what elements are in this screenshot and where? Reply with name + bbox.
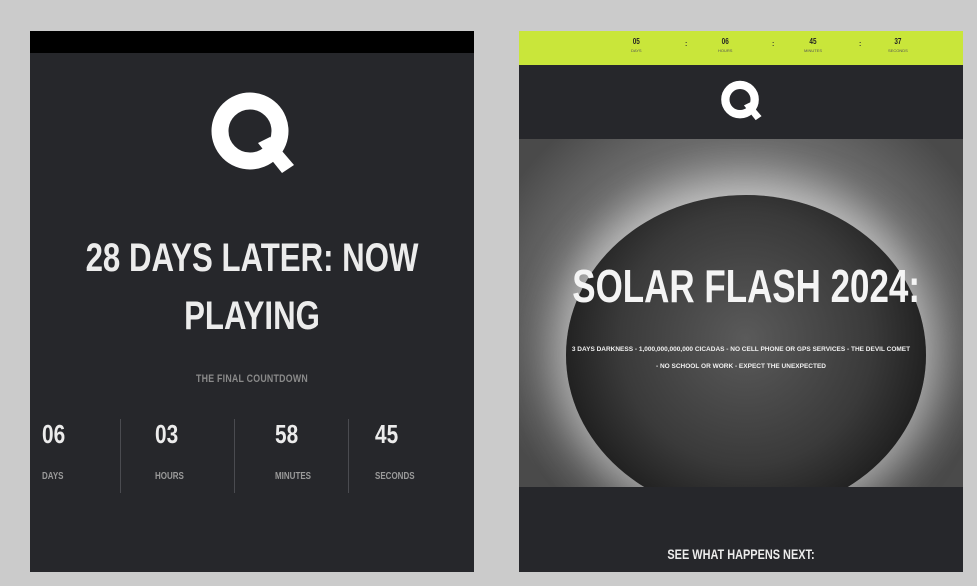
countdown-value: 45 — [375, 419, 399, 449]
countdown-value: 03 — [155, 419, 179, 449]
countdown-minutes: 58 MINUTES — [275, 419, 389, 499]
hero-description: 3 DAYS DARKNESS - 1,000,000,000,000 CICA… — [571, 346, 911, 370]
countdown-label: SECONDS — [375, 471, 415, 482]
q-logo-icon — [721, 80, 762, 121]
bar-days: 05 DAYS — [631, 37, 642, 53]
brand-logo — [519, 79, 963, 123]
countdown-days: 06 DAYS — [42, 419, 156, 499]
left-email-preview: 28 DAYS LATER: NOW PLAYING THE FINAL COU… — [30, 31, 474, 572]
bar-label: MINUTES — [804, 48, 822, 53]
divider — [234, 419, 235, 493]
bar-separator: : — [685, 41, 688, 48]
hero-title: SOLAR FLASH 2024: — [572, 260, 921, 312]
countdown-value: 58 — [275, 419, 299, 449]
bar-value: 45 — [809, 37, 817, 46]
countdown-timer: 06 DAYS 03 HOURS 58 MINUTES 45 SECONDS — [30, 419, 474, 499]
countdown-subtitle: THE FINAL COUNTDOWN — [196, 373, 308, 385]
right-email-preview: 05 DAYS : 06 HOURS : 45 MINUTES : 37 SEC… — [519, 31, 963, 572]
q-logo-icon — [211, 92, 294, 173]
bar-hours: 06 HOURS — [718, 37, 732, 53]
bar-value: 37 — [894, 37, 902, 46]
bar-value: 05 — [632, 37, 640, 46]
bar-separator: : — [859, 41, 862, 48]
top-bar — [30, 31, 474, 53]
bar-label: HOURS — [718, 48, 733, 53]
hero-banner: SOLAR FLASH 2024: 3 DAYS DARKNESS - 1,00… — [519, 139, 963, 487]
divider — [120, 419, 121, 493]
bar-separator: : — [772, 41, 775, 48]
countdown-label: HOURS — [155, 471, 184, 482]
bar-minutes: 45 MINUTES — [804, 37, 822, 53]
top-countdown-bar: 05 DAYS : 06 HOURS : 45 MINUTES : 37 SEC… — [519, 31, 963, 65]
bar-label: SECONDS — [888, 48, 908, 53]
headline: 28 DAYS LATER: NOW PLAYING — [85, 236, 419, 338]
countdown-seconds: 45 SECONDS — [375, 419, 474, 499]
brand-logo — [30, 89, 474, 179]
divider — [348, 419, 349, 493]
bar-seconds: 37 SECONDS — [888, 37, 908, 53]
countdown-label: MINUTES — [275, 471, 311, 482]
bar-label: DAYS — [631, 48, 642, 53]
bar-value: 06 — [721, 37, 729, 46]
cta-heading: SEE WHAT HAPPENS NEXT: — [667, 546, 815, 562]
countdown-hours: 03 HOURS — [155, 419, 269, 499]
